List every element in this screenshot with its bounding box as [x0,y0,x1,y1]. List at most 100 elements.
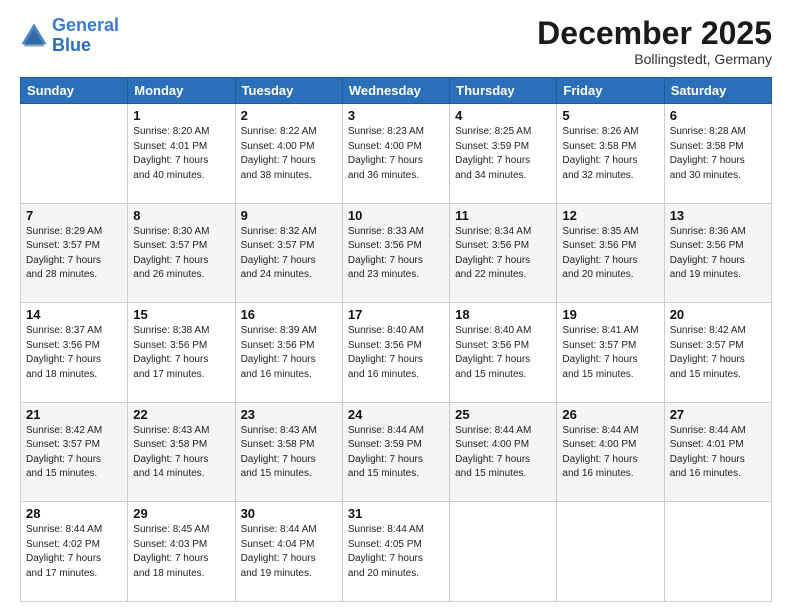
cell-info: Sunrise: 8:30 AM Sunset: 3:57 PM Dayligh… [133,225,229,283]
cell-info: Sunrise: 8:22 AM Sunset: 4:00 PM Dayligh… [241,125,337,183]
day-number: 31 [348,506,444,521]
calendar-header-row: Sunday Monday Tuesday Wednesday Thursday… [21,78,772,104]
day-number: 15 [133,307,229,322]
day-number: 22 [133,407,229,422]
table-row: 19 Sunrise: 8:41 AM Sunset: 3:57 PM Dayli… [557,303,664,403]
table-row: 14 Sunrise: 8:37 AM Sunset: 3:56 PM Dayli… [21,303,128,403]
table-row: 20 Sunrise: 8:42 AM Sunset: 3:57 PM Dayli… [664,303,771,403]
month-title: December 2025 [537,16,772,51]
col-wednesday: Wednesday [342,78,449,104]
cell-info: Sunrise: 8:29 AM Sunset: 3:57 PM Dayligh… [26,225,122,283]
table-row: 22Sunrise: 8:43 AM Sunset: 3:58 PM Dayli… [128,402,235,502]
cell-info: Sunrise: 8:35 AM Sunset: 3:56 PM Dayligh… [562,225,658,283]
table-row: 12Sunrise: 8:35 AM Sunset: 3:56 PM Dayli… [557,203,664,303]
cell-info: Sunrise: 8:42 AM Sunset: 3:57 PM Dayligh… [26,424,122,482]
table-row: 17 Sunrise: 8:40 AM Sunset: 3:56 PM Dayli… [342,303,449,403]
day-number: 7 [26,208,122,223]
cell-info: Sunrise: 8:44 AM Sunset: 3:59 PM Dayligh… [348,424,444,482]
logo-line2: Blue [52,35,91,55]
cell-info: Sunrise: 8:44 AM Sunset: 4:01 PM Dayligh… [670,424,766,482]
cell-info: Sunrise: 8:44 AM Sunset: 4:02 PM Dayligh… [26,523,122,581]
day-number: 3 [348,108,444,123]
cell-info: Sunrise: 8:37 AM Sunset: 3:56 PM Dayligh… [26,324,122,382]
day-number: 16 [241,307,337,322]
cell-info: Sunrise: 8:32 AM Sunset: 3:57 PM Dayligh… [241,225,337,283]
cell-info: Sunrise: 8:42 AM Sunset: 3:57 PM Dayligh… [670,324,766,382]
day-number: 5 [562,108,658,123]
cell-info: Sunrise: 8:43 AM Sunset: 3:58 PM Dayligh… [241,424,337,482]
cell-info: Sunrise: 8:34 AM Sunset: 3:56 PM Dayligh… [455,225,551,283]
day-number: 26 [562,407,658,422]
table-row: 29 Sunrise: 8:45 AM Sunset: 4:03 PM Dayli… [128,502,235,602]
cell-info: Sunrise: 8:23 AM Sunset: 4:00 PM Dayligh… [348,125,444,183]
cell-info: Sunrise: 8:36 AM Sunset: 3:56 PM Dayligh… [670,225,766,283]
day-number: 23 [241,407,337,422]
cell-info: Sunrise: 8:38 AM Sunset: 3:56 PM Dayligh… [133,324,229,382]
table-row [664,502,771,602]
cell-info: Sunrise: 8:25 AM Sunset: 3:59 PM Dayligh… [455,125,551,183]
cell-info: Sunrise: 8:39 AM Sunset: 3:56 PM Dayligh… [241,324,337,382]
day-number: 1 [133,108,229,123]
logo-line1: General [52,15,119,35]
table-row [557,502,664,602]
header: General Blue December 2025 Bollingstedt,… [20,16,772,67]
cell-info: Sunrise: 8:44 AM Sunset: 4:05 PM Dayligh… [348,523,444,581]
day-number: 9 [241,208,337,223]
cell-info: Sunrise: 8:41 AM Sunset: 3:57 PM Dayligh… [562,324,658,382]
calendar-table: Sunday Monday Tuesday Wednesday Thursday… [20,77,772,602]
table-row: 7 Sunrise: 8:29 AM Sunset: 3:57 PM Daylig… [21,203,128,303]
col-friday: Friday [557,78,664,104]
table-row: 25 Sunrise: 8:44 AM Sunset: 4:00 PM Dayli… [450,402,557,502]
table-row: 13 Sunrise: 8:36 AM Sunset: 3:56 PM Dayli… [664,203,771,303]
day-number: 10 [348,208,444,223]
day-number: 14 [26,307,122,322]
day-number: 20 [670,307,766,322]
table-row: 23 Sunrise: 8:43 AM Sunset: 3:58 PM Dayli… [235,402,342,502]
cell-info: Sunrise: 8:26 AM Sunset: 3:58 PM Dayligh… [562,125,658,183]
calendar-week-row: 21Sunrise: 8:42 AM Sunset: 3:57 PM Dayli… [21,402,772,502]
day-number: 28 [26,506,122,521]
col-thursday: Thursday [450,78,557,104]
cell-info: Sunrise: 8:28 AM Sunset: 3:58 PM Dayligh… [670,125,766,183]
table-row: 1Sunrise: 8:20 AM Sunset: 4:01 PM Daylig… [128,104,235,204]
col-monday: Monday [128,78,235,104]
table-row [450,502,557,602]
day-number: 18 [455,307,551,322]
page: General Blue December 2025 Bollingstedt,… [0,0,792,612]
table-row: 4 Sunrise: 8:25 AM Sunset: 3:59 PM Daylig… [450,104,557,204]
table-row: 16 Sunrise: 8:39 AM Sunset: 3:56 PM Dayli… [235,303,342,403]
table-row: 10 Sunrise: 8:33 AM Sunset: 3:56 PM Dayli… [342,203,449,303]
day-number: 19 [562,307,658,322]
table-row: 24 Sunrise: 8:44 AM Sunset: 3:59 PM Dayli… [342,402,449,502]
col-tuesday: Tuesday [235,78,342,104]
table-row: 8Sunrise: 8:30 AM Sunset: 3:57 PM Daylig… [128,203,235,303]
day-number: 17 [348,307,444,322]
cell-info: Sunrise: 8:40 AM Sunset: 3:56 PM Dayligh… [348,324,444,382]
table-row: 11Sunrise: 8:34 AM Sunset: 3:56 PM Dayli… [450,203,557,303]
day-number: 29 [133,506,229,521]
day-number: 25 [455,407,551,422]
table-row: 5 Sunrise: 8:26 AM Sunset: 3:58 PM Daylig… [557,104,664,204]
col-sunday: Sunday [21,78,128,104]
cell-info: Sunrise: 8:44 AM Sunset: 4:00 PM Dayligh… [455,424,551,482]
logo-text: General Blue [52,16,119,56]
day-number: 24 [348,407,444,422]
cell-info: Sunrise: 8:33 AM Sunset: 3:56 PM Dayligh… [348,225,444,283]
table-row: 31 Sunrise: 8:44 AM Sunset: 4:05 PM Dayli… [342,502,449,602]
logo-icon [20,22,48,50]
calendar-week-row: 28 Sunrise: 8:44 AM Sunset: 4:02 PM Dayli… [21,502,772,602]
day-number: 4 [455,108,551,123]
day-number: 13 [670,208,766,223]
table-row: 18 Sunrise: 8:40 AM Sunset: 3:56 PM Dayli… [450,303,557,403]
table-row: 26Sunrise: 8:44 AM Sunset: 4:00 PM Dayli… [557,402,664,502]
cell-info: Sunrise: 8:45 AM Sunset: 4:03 PM Dayligh… [133,523,229,581]
table-row: 27 Sunrise: 8:44 AM Sunset: 4:01 PM Dayli… [664,402,771,502]
table-row: 15 Sunrise: 8:38 AM Sunset: 3:56 PM Dayli… [128,303,235,403]
day-number: 27 [670,407,766,422]
calendar-week-row: 7 Sunrise: 8:29 AM Sunset: 3:57 PM Daylig… [21,203,772,303]
logo: General Blue [20,16,119,56]
calendar-week-row: 1Sunrise: 8:20 AM Sunset: 4:01 PM Daylig… [21,104,772,204]
cell-info: Sunrise: 8:40 AM Sunset: 3:56 PM Dayligh… [455,324,551,382]
title-block: December 2025 Bollingstedt, Germany [537,16,772,67]
table-row: 21Sunrise: 8:42 AM Sunset: 3:57 PM Dayli… [21,402,128,502]
